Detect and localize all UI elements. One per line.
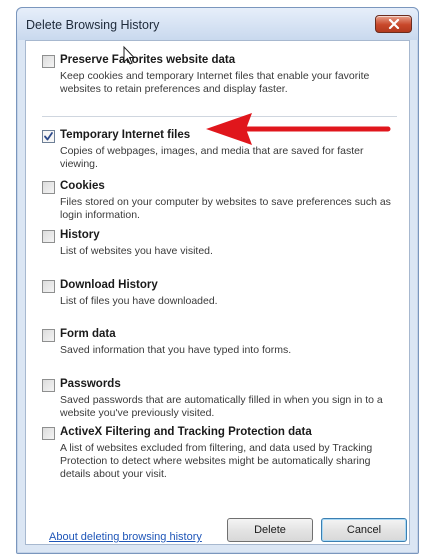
option-title: Form data — [60, 328, 116, 340]
title-bar[interactable]: Delete Browsing History — [17, 8, 418, 40]
option-title: History — [60, 229, 100, 241]
option-description: Copies of webpages, images, and media th… — [60, 145, 364, 170]
cancel-button[interactable]: Cancel — [321, 518, 407, 542]
option-description: Files stored on your computer by website… — [60, 196, 391, 221]
dialog-title: Delete Browsing History — [26, 18, 160, 32]
about-deleting-history-link[interactable]: About deleting browsing history — [49, 531, 202, 543]
checkbox-cookies[interactable] — [42, 181, 55, 194]
option-title: Cookies — [60, 180, 105, 192]
checkbox-form-data[interactable] — [42, 329, 55, 342]
checkbox-temporary-internet-files[interactable] — [42, 130, 55, 143]
separator — [42, 116, 397, 117]
option-title: Passwords — [60, 378, 121, 390]
option-description: A list of websites excluded from filteri… — [60, 442, 373, 480]
option-description: List of files you have downloaded. — [60, 295, 218, 307]
checkbox-preserve-favorites[interactable] — [42, 55, 55, 68]
option-title: ActiveX Filtering and Tracking Protectio… — [60, 426, 312, 438]
delete-button[interactable]: Delete — [227, 518, 313, 542]
option-title: Preserve Favorites website data — [60, 54, 236, 66]
checkbox-download-history[interactable] — [42, 280, 55, 293]
checkbox-activex-tracking-protection[interactable] — [42, 427, 55, 440]
close-icon — [388, 19, 399, 29]
option-description: Saved passwords that are automatically f… — [60, 394, 383, 419]
checkmark-icon — [44, 132, 53, 141]
option-title: Temporary Internet files — [60, 129, 191, 141]
close-button[interactable] — [375, 15, 412, 33]
checkbox-passwords[interactable] — [42, 379, 55, 392]
option-description: Saved information that you have typed in… — [60, 344, 292, 356]
option-description: List of websites you have visited. — [60, 245, 213, 257]
delete-browsing-history-dialog: Delete Browsing History Preserve Favorit… — [16, 7, 419, 554]
checkbox-history[interactable] — [42, 230, 55, 243]
option-description: Keep cookies and temporary Internet file… — [60, 70, 370, 95]
dialog-body: Preserve Favorites website data Keep coo… — [25, 40, 410, 545]
option-title: Download History — [60, 279, 158, 291]
